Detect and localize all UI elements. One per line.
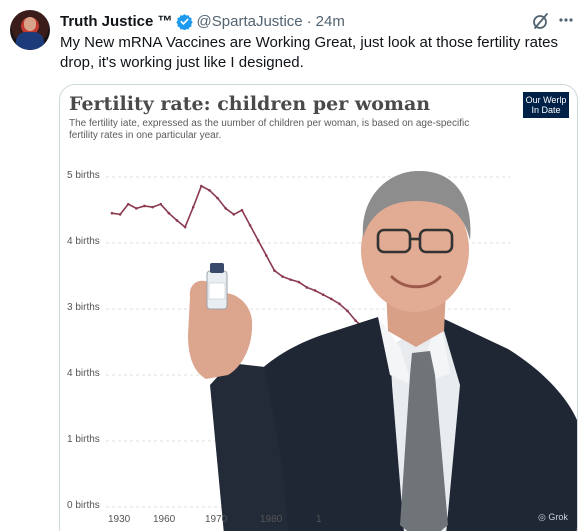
- x-tick-label: 1: [316, 514, 322, 525]
- data-point: [297, 280, 301, 284]
- data-point: [240, 208, 244, 212]
- vial-label: [208, 282, 226, 300]
- avatar-cape: [16, 32, 44, 50]
- y-tick-label: 1 births: [67, 434, 100, 445]
- x-tick-label: 1930: [108, 514, 131, 525]
- media-image[interactable]: Fertility rate: children per woman The f…: [59, 84, 578, 531]
- data-point: [159, 202, 163, 206]
- data-point: [256, 239, 260, 242]
- grok-watermark-label: Grok: [548, 512, 568, 522]
- data-point: [216, 196, 219, 200]
- data-point: [289, 278, 292, 281]
- x-tick-label: 1980: [260, 514, 283, 525]
- grok-watermark: ◎ Grok: [538, 512, 568, 523]
- grok-icon[interactable]: [531, 11, 551, 31]
- data-point: [183, 225, 187, 229]
- data-point: [248, 223, 252, 227]
- data-point: [321, 293, 325, 297]
- chart-title: Fertility rate: children per woman: [69, 93, 431, 115]
- data-point: [232, 213, 236, 216]
- data-point: [281, 275, 284, 278]
- data-point: [354, 319, 357, 322]
- y-tick-label: 3 births: [67, 302, 100, 313]
- data-point: [338, 302, 341, 306]
- author-handle[interactable]: @SpartaJustice: [197, 13, 303, 30]
- chart-plot: [106, 170, 577, 531]
- tweet[interactable]: Truth Justice ™ @SpartaJustice · 24m My …: [0, 0, 579, 531]
- more-icon[interactable]: [558, 12, 574, 28]
- data-point: [191, 205, 195, 209]
- timestamp[interactable]: 24m: [316, 13, 345, 30]
- data-point: [305, 286, 309, 289]
- data-point: [175, 219, 179, 222]
- data-point: [329, 297, 333, 301]
- data-source-logo: Our Werlp In Date: [523, 92, 569, 118]
- data-point: [346, 309, 349, 313]
- y-tick-label: 4 births: [67, 368, 100, 379]
- y-tick-label: 0 births: [67, 500, 100, 511]
- tweet-text: My New mRNA Vaccines are Working Great, …: [60, 34, 558, 71]
- grok-watermark-icon: ◎: [538, 512, 549, 522]
- data-point: [313, 289, 317, 292]
- author-name[interactable]: Truth Justice ™: [60, 13, 173, 30]
- data-point: [151, 205, 154, 209]
- data-point: [200, 184, 203, 188]
- data-point: [135, 207, 138, 210]
- data-point: [208, 188, 211, 192]
- data-point: [273, 269, 276, 272]
- y-tick-label: 5 births: [67, 170, 100, 181]
- chart-subtitle: The fertility iate, expressed as the uum…: [69, 118, 470, 141]
- avatar[interactable]: [10, 10, 50, 50]
- x-tick-label: 1970: [205, 514, 228, 525]
- person-illustration: [188, 170, 577, 531]
- verified-badge-icon: [175, 13, 193, 30]
- data-point: [143, 204, 146, 208]
- y-tick-label: 4 births: [67, 236, 100, 247]
- separator-dot: ·: [306, 12, 312, 30]
- data-point: [118, 213, 122, 216]
- tweet-header: Truth Justice ™ @SpartaJustice · 24m: [60, 11, 345, 31]
- data-point: [224, 207, 227, 210]
- data-point: [167, 211, 171, 215]
- data-point: [265, 254, 268, 257]
- avatar-face: [24, 17, 36, 31]
- data-point: [126, 202, 130, 206]
- x-tick-label: 1960: [153, 514, 176, 525]
- vial-cap: [210, 263, 224, 273]
- data-point: [110, 211, 114, 215]
